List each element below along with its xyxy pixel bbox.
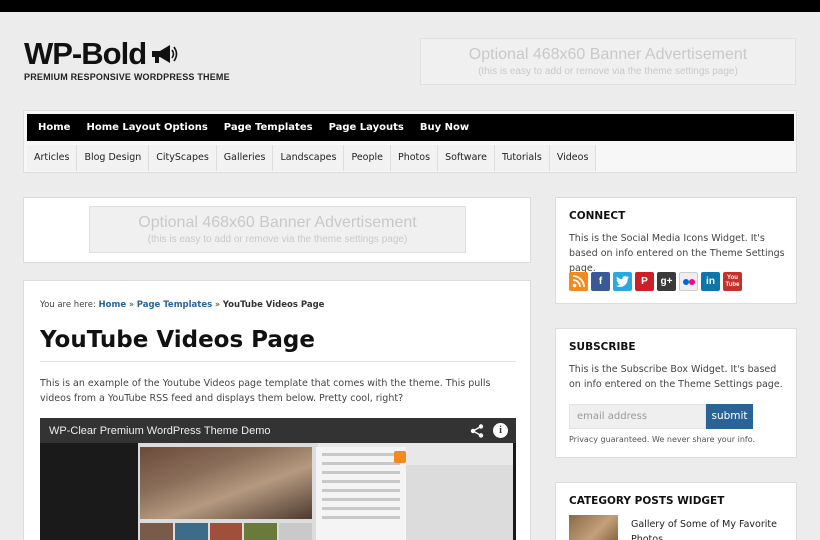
post-link[interactable]: Gallery of Some of My Favorite Photos bbox=[631, 517, 781, 540]
subscribe-widget: SUBSCRIBE This is the Subscribe Box Widg… bbox=[555, 328, 797, 458]
nav-people[interactable]: People bbox=[344, 145, 391, 171]
navigation: Home Home Layout Options Page Templates … bbox=[23, 110, 797, 173]
twitter-icon[interactable] bbox=[613, 272, 632, 291]
email-field[interactable]: email address bbox=[569, 404, 706, 429]
pinterest-icon[interactable]: P bbox=[635, 272, 654, 291]
content-banner-box: Optional 468x60 Banner Advertisement (th… bbox=[23, 197, 531, 263]
facebook-icon[interactable]: f bbox=[591, 272, 610, 291]
share-icon[interactable] bbox=[470, 424, 484, 438]
video-thumbnail-sidebar bbox=[316, 447, 406, 540]
google-plus-icon[interactable]: g+ bbox=[657, 272, 676, 291]
content-banner-ad[interactable]: Optional 468x60 Banner Advertisement (th… bbox=[89, 206, 466, 253]
video-thumbnail-strip bbox=[140, 523, 312, 540]
video-rss-icon bbox=[394, 451, 406, 463]
post-thumbnail[interactable] bbox=[569, 515, 618, 540]
banner-line1: Optional 468x60 Banner Advertisement bbox=[468, 46, 748, 63]
social-icons: f P g+ in You Tube bbox=[569, 272, 742, 291]
submit-button[interactable]: submit bbox=[706, 404, 753, 429]
content-banner-line1: Optional 468x60 Banner Advertisement bbox=[138, 214, 417, 231]
primary-nav: Home Home Layout Options Page Templates … bbox=[27, 114, 794, 141]
nav-home-layout-options[interactable]: Home Layout Options bbox=[78, 122, 215, 133]
main-content: You are here: Home » Page Templates » Yo… bbox=[23, 280, 531, 540]
linkedin-icon[interactable]: in bbox=[701, 272, 720, 291]
secondary-nav: Articles Blog Design CityScapes Gallerie… bbox=[27, 145, 597, 171]
youtube-icon-you: You bbox=[727, 274, 738, 281]
content-banner-line2: (this is easy to add or remove via the t… bbox=[147, 234, 408, 245]
nav-photos[interactable]: Photos bbox=[391, 145, 439, 171]
nav-videos[interactable]: Videos bbox=[549, 145, 597, 171]
nav-articles[interactable]: Articles bbox=[27, 145, 78, 171]
megaphone-icon bbox=[152, 45, 178, 63]
video-title-bar: WP-Clear Premium WordPress Theme Demo bbox=[40, 418, 516, 443]
privacy-note: Privacy guaranteed. We never share your … bbox=[569, 435, 756, 444]
nav-blog-design[interactable]: Blog Design bbox=[77, 145, 150, 171]
logo-tagline: PREMIUM RESPONSIVE WORDPRESS THEME bbox=[24, 72, 230, 82]
youtube-icon-tube: Tube bbox=[725, 281, 740, 288]
breadcrumb-prefix: You are here: bbox=[40, 300, 96, 310]
page-title: YouTube Videos Page bbox=[40, 327, 516, 362]
breadcrumb-page-templates[interactable]: Page Templates bbox=[137, 300, 212, 310]
nav-page-templates[interactable]: Page Templates bbox=[216, 122, 321, 133]
category-posts-widget: CATEGORY POSTS WIDGET Gallery of Some of… bbox=[555, 482, 797, 540]
nav-landscapes[interactable]: Landscapes bbox=[273, 145, 345, 171]
breadcrumb-current: YouTube Videos Page bbox=[222, 300, 325, 310]
connect-text: This is the Social Media Icons Widget. I… bbox=[569, 233, 785, 274]
breadcrumb-separator: » bbox=[214, 300, 221, 310]
youtube-video-player[interactable]: WP-Clear Premium WordPress Theme Demo i bbox=[40, 418, 516, 540]
header-banner-ad[interactable]: Optional 468x60 Banner Advertisement (th… bbox=[420, 38, 796, 85]
video-thumbnail bbox=[138, 443, 513, 540]
breadcrumb: You are here: Home » Page Templates » Yo… bbox=[40, 300, 324, 310]
banner-line2: (this is easy to add or remove via the t… bbox=[478, 66, 738, 77]
rss-icon[interactable] bbox=[569, 272, 588, 291]
nav-home[interactable]: Home bbox=[30, 122, 78, 133]
nav-galleries[interactable]: Galleries bbox=[216, 145, 274, 171]
video-thumbnail-photo bbox=[140, 447, 312, 519]
breadcrumb-separator: » bbox=[128, 300, 135, 310]
nav-software[interactable]: Software bbox=[438, 145, 495, 171]
video-title[interactable]: WP-Clear Premium WordPress Theme Demo bbox=[49, 425, 270, 437]
subscribe-text: This is the Subscribe Box Widget. It's b… bbox=[569, 364, 783, 390]
nav-cityscapes[interactable]: CityScapes bbox=[149, 145, 217, 171]
connect-widget: CONNECT This is the Social Media Icons W… bbox=[555, 197, 797, 304]
category-title: CATEGORY POSTS WIDGET bbox=[569, 495, 725, 507]
top-bar bbox=[0, 0, 820, 12]
logo-title: WP-Bold bbox=[24, 36, 147, 71]
nav-tutorials[interactable]: Tutorials bbox=[494, 145, 550, 171]
youtube-icon[interactable]: You Tube bbox=[723, 272, 742, 291]
site-logo[interactable]: WP-Bold PREMIUM RESPONSIVE WORDPRESS THE… bbox=[24, 36, 230, 83]
nav-buy-now[interactable]: Buy Now bbox=[412, 122, 477, 133]
nav-page-layouts[interactable]: Page Layouts bbox=[321, 122, 412, 133]
page-intro: This is an example of the Youtube Videos… bbox=[40, 378, 491, 404]
subscribe-title: SUBSCRIBE bbox=[569, 341, 636, 353]
breadcrumb-home[interactable]: Home bbox=[99, 300, 127, 310]
info-icon[interactable]: i bbox=[493, 423, 508, 438]
flickr-icon[interactable] bbox=[679, 272, 698, 291]
connect-title: CONNECT bbox=[569, 210, 626, 222]
